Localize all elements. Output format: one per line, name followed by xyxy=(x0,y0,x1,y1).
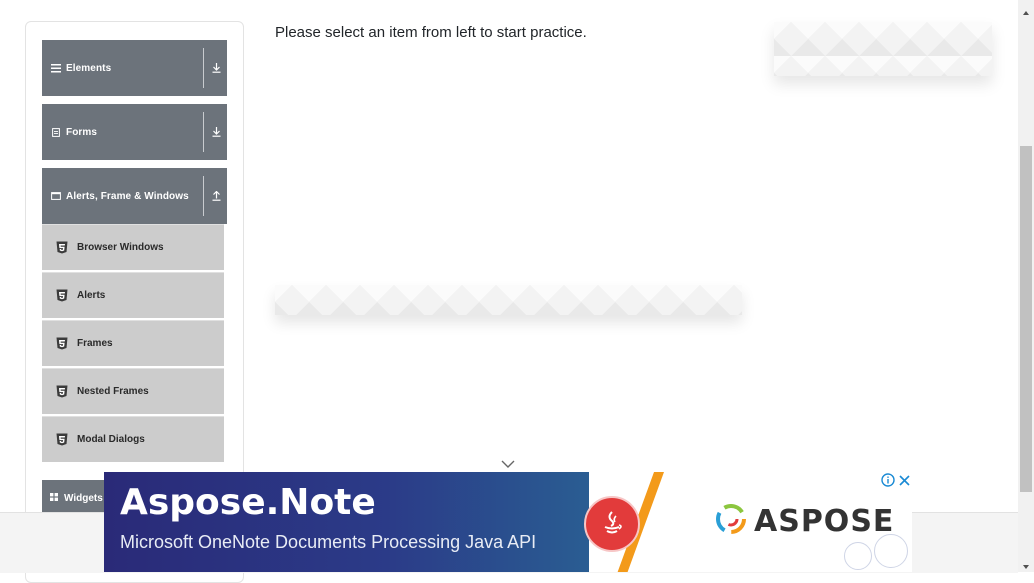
grid-icon xyxy=(50,493,60,503)
ad-title: Aspose.Note xyxy=(120,482,376,523)
group-label-forms: Forms xyxy=(66,126,98,138)
group-divider xyxy=(203,112,204,152)
download-arrow-icon[interactable] xyxy=(206,104,227,160)
html5-icon xyxy=(56,433,68,446)
page-scrollbar[interactable] xyxy=(1018,0,1034,572)
group-header-elements[interactable]: Elements xyxy=(42,40,227,96)
html5-icon xyxy=(56,337,68,350)
sidebar-item-modal-dialogs[interactable]: Modal Dialogs xyxy=(42,416,224,462)
aspose-swirl-icon xyxy=(714,502,748,541)
download-arrow-icon[interactable] xyxy=(206,40,227,96)
sidebar-item-browser-windows[interactable]: Browser Windows xyxy=(42,224,224,270)
html5-icon xyxy=(56,241,68,254)
ad-placeholder-middle xyxy=(275,285,742,315)
hamburger-icon xyxy=(50,62,62,74)
sidebar-item-label: Browser Windows xyxy=(77,242,164,253)
sidebar-item-label: Modal Dialogs xyxy=(77,434,145,445)
sidebar-item-nested-frames[interactable]: Nested Frames xyxy=(42,368,224,414)
aspose-logo: ASPOSE xyxy=(714,502,894,541)
ad-placeholder-top xyxy=(774,22,992,76)
chevron-down-icon[interactable] xyxy=(500,457,516,469)
close-icon xyxy=(899,474,910,486)
java-logo-icon xyxy=(584,496,640,552)
group-header-alerts-frame-windows[interactable]: Alerts, Frame & Windows xyxy=(42,168,227,224)
window-icon xyxy=(50,190,62,202)
group-label-elements: Elements xyxy=(66,62,112,74)
sidebar-item-alerts[interactable]: Alerts xyxy=(42,272,224,318)
ad-decoration-circle xyxy=(844,542,872,570)
document-icon xyxy=(50,126,62,138)
html5-icon xyxy=(56,385,68,398)
group-label-widgets: Widgets xyxy=(64,492,103,504)
group-header-forms[interactable]: Forms xyxy=(42,104,227,160)
group-divider xyxy=(203,176,204,216)
scroll-down-arrow-icon[interactable] xyxy=(1022,558,1030,569)
info-icon xyxy=(881,473,895,487)
page-prompt: Please select an item from left to start… xyxy=(275,24,587,41)
ad-banner[interactable]: Aspose.Note Microsoft OneNote Documents … xyxy=(104,472,912,572)
ad-close-button[interactable] xyxy=(897,472,912,488)
html5-icon xyxy=(56,289,68,302)
aspose-logo-text: ASPOSE xyxy=(754,504,895,539)
group-label-alerts-frame-windows: Alerts, Frame & Windows xyxy=(66,190,189,202)
sidebar-item-frames[interactable]: Frames xyxy=(42,320,224,366)
scrollbar-thumb[interactable] xyxy=(1020,146,1032,492)
group-divider xyxy=(203,48,204,88)
sidebar-item-label: Alerts xyxy=(77,290,106,301)
upload-arrow-icon[interactable] xyxy=(206,168,227,224)
scroll-up-arrow-icon[interactable] xyxy=(1022,4,1030,15)
ad-info-button[interactable] xyxy=(880,472,896,488)
sidebar-item-label: Nested Frames xyxy=(77,386,149,397)
ad-subtitle: Microsoft OneNote Documents Processing J… xyxy=(120,532,537,552)
group-header-widgets[interactable]: Widgets xyxy=(42,480,105,516)
sidebar-item-label: Frames xyxy=(77,338,113,349)
